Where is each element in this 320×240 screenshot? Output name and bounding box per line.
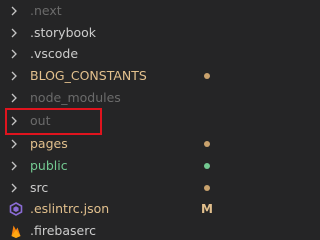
file-explorer-tree: .next .storybook .vscode BLOG_CONSTANTS … bbox=[0, 0, 221, 240]
untracked-status-dot bbox=[204, 163, 210, 169]
tree-item-out[interactable]: out bbox=[0, 110, 221, 132]
chevron-right-icon bbox=[11, 116, 17, 126]
firebase-icon bbox=[11, 225, 21, 238]
tree-item-firebaserc[interactable]: .firebaserc bbox=[0, 220, 221, 240]
eslint-icon bbox=[9, 202, 23, 216]
modified-status-dot bbox=[204, 73, 210, 79]
chevron-right-icon bbox=[11, 93, 17, 103]
tree-item-src[interactable]: src bbox=[0, 177, 221, 199]
tree-item-label: .eslintrc.json bbox=[30, 201, 110, 216]
tree-item-pages[interactable]: pages bbox=[0, 133, 221, 155]
tree-item-blog-constants[interactable]: BLOG_CONSTANTS bbox=[0, 65, 221, 87]
tree-item-label: .storybook bbox=[30, 25, 97, 40]
chevron-right-icon bbox=[11, 71, 17, 81]
chevron-right-icon bbox=[11, 139, 17, 149]
chevron-right-icon bbox=[11, 183, 17, 193]
tree-item-vscode[interactable]: .vscode bbox=[0, 43, 221, 65]
tree-item-label: BLOG_CONSTANTS bbox=[30, 68, 147, 83]
chevron-right-icon bbox=[11, 6, 17, 16]
tree-item-storybook[interactable]: .storybook bbox=[0, 22, 221, 44]
tree-item-label: .vscode bbox=[30, 46, 79, 61]
tree-item-label: src bbox=[30, 180, 49, 195]
modified-status-dot bbox=[204, 141, 210, 147]
modified-badge: M bbox=[201, 202, 213, 216]
chevron-right-icon bbox=[11, 49, 17, 59]
tree-item-label: public bbox=[30, 158, 68, 173]
chevron-right-icon bbox=[11, 28, 17, 38]
tree-item-label: .firebaserc bbox=[30, 223, 96, 238]
tree-item-label: .next bbox=[30, 3, 62, 18]
tree-item-next[interactable]: .next bbox=[0, 0, 221, 22]
modified-status-dot bbox=[204, 185, 210, 191]
tree-item-node-modules[interactable]: node_modules bbox=[0, 87, 221, 109]
tree-item-label: out bbox=[30, 113, 51, 128]
chevron-right-icon bbox=[11, 161, 17, 171]
tree-item-eslintrc[interactable]: .eslintrc.json M bbox=[0, 198, 221, 220]
tree-item-label: node_modules bbox=[30, 90, 121, 105]
tree-item-public[interactable]: public bbox=[0, 155, 221, 177]
tree-item-label: pages bbox=[30, 136, 68, 151]
